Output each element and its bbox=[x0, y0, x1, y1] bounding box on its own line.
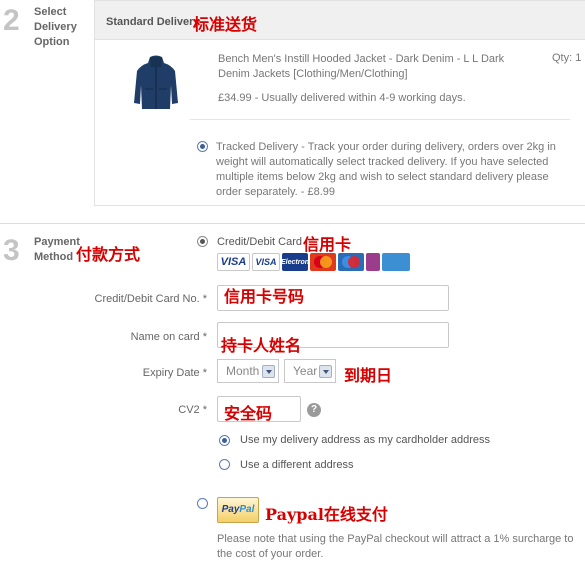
name-on-card-cn: 持卡人姓名 bbox=[221, 336, 302, 355]
visa-debit-card-icon: VISA bbox=[252, 253, 280, 271]
help-icon[interactable]: ? bbox=[307, 403, 321, 417]
jacket-product-image bbox=[134, 55, 178, 109]
step-number-payment: 3 bbox=[3, 234, 20, 267]
tracked-delivery-radio[interactable] bbox=[197, 141, 208, 152]
expiry-date-label: Expiry Date * bbox=[142, 367, 207, 379]
delivery-panel-title: Standard Delivery bbox=[106, 16, 200, 28]
delivery-panel-header: Standard Delivery bbox=[95, 1, 585, 40]
maestro-card-icon bbox=[338, 253, 364, 271]
delivery-title-cn: 标准送货 bbox=[193, 15, 258, 34]
chevron-down-icon bbox=[262, 365, 275, 378]
mastercard-circles-icon bbox=[314, 256, 332, 268]
paypal-radio[interactable] bbox=[197, 498, 208, 509]
card-payment-cn: 信用卡 bbox=[303, 235, 352, 254]
chevron-down-icon bbox=[319, 365, 332, 378]
same-address-radio[interactable] bbox=[219, 435, 230, 446]
card-payment-label: Credit/Debit Card bbox=[217, 236, 302, 248]
paypal-cn: Paypal在线支付 bbox=[265, 505, 388, 524]
different-address-label: Use a different address bbox=[240, 459, 354, 471]
tracked-delivery-text: Tracked Delivery - Track your order duri… bbox=[216, 141, 556, 198]
maestro-circles-icon bbox=[342, 256, 360, 268]
card-logos: VISA VISA Electron bbox=[217, 253, 410, 271]
amex-card-icon bbox=[382, 253, 410, 271]
solo-card-icon bbox=[366, 253, 380, 271]
product-name: Bench Men's Instill Hooded Jacket - Dark… bbox=[218, 53, 505, 80]
name-on-card-label: Name on card * bbox=[130, 331, 207, 343]
visa-electron-card-icon: Electron bbox=[281, 253, 309, 271]
section-separator bbox=[0, 223, 585, 224]
paypal-logo: PayPal bbox=[217, 497, 259, 523]
paypal-note: Please note that using the PayPal checko… bbox=[217, 533, 574, 560]
visa-card-icon: VISA bbox=[217, 253, 250, 271]
expiry-date-cn: 到期日 bbox=[344, 366, 393, 385]
step-number-delivery: 2 bbox=[3, 4, 20, 37]
card-number-label: Credit/Debit Card No. * bbox=[94, 293, 208, 305]
cv2-label: CV2 * bbox=[178, 404, 207, 416]
same-address-label: Use my delivery address as my cardholder… bbox=[240, 434, 491, 446]
expiry-month-select[interactable]: Month bbox=[217, 359, 279, 383]
expiry-year-select[interactable]: Year bbox=[284, 359, 336, 383]
different-address-radio[interactable] bbox=[219, 459, 230, 470]
step-label-delivery: Select Delivery Option bbox=[34, 6, 77, 48]
card-payment-radio[interactable] bbox=[197, 236, 208, 247]
mastercard-card-icon bbox=[310, 253, 336, 271]
card-number-cn: 信用卡号码 bbox=[224, 287, 305, 306]
delivery-divider bbox=[190, 119, 570, 120]
product-price: £34.99 - Usually delivered within 4-9 wo… bbox=[218, 92, 466, 104]
product-qty: Qty: 1 bbox=[552, 52, 582, 64]
cv2-cn: 安全码 bbox=[224, 404, 273, 423]
payment-method-cn: 付款方式 bbox=[76, 245, 141, 264]
step-label-payment: Payment Method bbox=[34, 236, 80, 263]
